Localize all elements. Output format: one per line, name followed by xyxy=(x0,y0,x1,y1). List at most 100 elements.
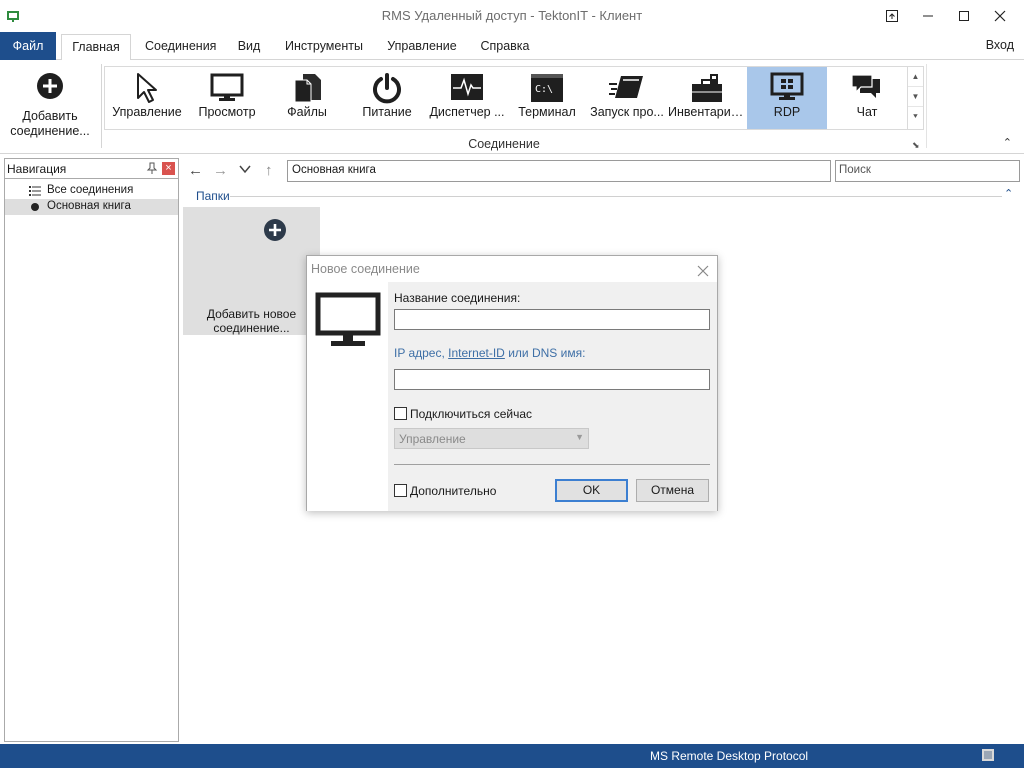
restore-layout-icon[interactable] xyxy=(874,0,910,32)
advanced-checkbox[interactable] xyxy=(394,484,407,497)
gallery-item-chat[interactable]: Чат xyxy=(827,67,907,129)
status-text: MS Remote Desktop Protocol xyxy=(650,749,809,763)
gallery-item-inventory[interactable]: Инвентариз... xyxy=(667,67,747,129)
nav-item-label: Основная книга xyxy=(47,200,131,212)
login-link[interactable]: Вход xyxy=(986,38,1014,52)
add-circle-icon xyxy=(37,73,63,99)
close-pane-icon[interactable]: × xyxy=(162,162,175,175)
folders-section-label: Папки xyxy=(196,189,230,203)
resize-grip-icon[interactable] xyxy=(982,749,994,761)
nav-item-label: Все соединения xyxy=(47,184,134,196)
tab-help[interactable]: Справка xyxy=(478,34,532,60)
add-connection-button[interactable]: Добавить соединение... xyxy=(6,68,94,148)
address-bar[interactable]: Основная книга xyxy=(287,160,831,182)
dialog-title: Новое соединение xyxy=(311,262,420,276)
monitor-icon xyxy=(209,71,245,105)
tab-home[interactable]: Главная xyxy=(61,34,131,61)
gallery-item-label: RDP xyxy=(773,105,801,119)
ribbon-group-label: Соединение xyxy=(468,137,540,151)
gallery-item-control[interactable]: Управление xyxy=(107,67,187,129)
gallery-item-run-program[interactable]: Запуск про... xyxy=(587,67,667,129)
run-program-icon xyxy=(609,71,645,105)
folders-divider xyxy=(230,196,1002,197)
power-icon xyxy=(369,71,405,105)
terminal-icon: C:\ xyxy=(529,71,565,105)
connection-gallery: Управление Просмотр Файлы Питание Диспет… xyxy=(104,66,924,130)
gallery-item-view[interactable]: Просмотр xyxy=(187,67,267,129)
add-connection-tile[interactable]: Добавить новое соединение... xyxy=(183,207,320,335)
gallery-item-task-manager[interactable]: Диспетчер ... xyxy=(427,67,507,129)
new-connection-dialog: Новое соединение Название соединения: IP… xyxy=(306,255,718,511)
add-connection-label: Добавить соединение... xyxy=(10,109,90,138)
gallery-item-rdp[interactable]: RDP xyxy=(747,67,827,129)
monitor-icon xyxy=(315,292,381,346)
navigation-title: Навигация xyxy=(7,162,67,176)
up-arrow-icon[interactable]: ↑ xyxy=(265,162,273,179)
connection-name-label: Название соединения: xyxy=(394,291,521,305)
history-dropdown-icon[interactable] xyxy=(238,162,252,180)
ribbon: Добавить соединение... Управление Просмо… xyxy=(0,60,1024,154)
maximize-button[interactable] xyxy=(946,0,982,32)
gallery-item-label: Терминал xyxy=(518,105,576,119)
title-bar: RMS Удаленный доступ - TektonIT - Клиент xyxy=(0,0,1024,32)
connect-now-checkbox[interactable] xyxy=(394,407,407,420)
address-input[interactable] xyxy=(394,369,710,390)
connection-mode-value: Управление xyxy=(399,432,466,446)
chevron-down-icon: ▼ xyxy=(575,432,584,442)
inventory-icon xyxy=(689,71,725,105)
pin-icon[interactable] xyxy=(146,162,158,177)
gallery-item-files[interactable]: Файлы xyxy=(267,67,347,129)
navigation-pane: Навигация × Все соединения Основная книг… xyxy=(4,158,179,742)
task-manager-icon xyxy=(449,71,485,105)
gallery-item-label: Файлы xyxy=(287,105,327,119)
nav-item-main-book[interactable]: Основная книга xyxy=(5,199,178,215)
group-launcher-icon[interactable]: ⬊ xyxy=(912,140,920,151)
close-button[interactable] xyxy=(982,0,1018,32)
gallery-expand-icon[interactable]: ⯆ xyxy=(908,107,923,127)
gallery-item-label: Диспетчер ... xyxy=(429,105,505,119)
search-input[interactable]: Поиск xyxy=(835,160,1020,182)
gallery-item-power[interactable]: Питание xyxy=(347,67,427,129)
gallery-item-label: Чат xyxy=(856,105,878,119)
collapse-ribbon-icon[interactable]: ⌃ xyxy=(1003,136,1012,149)
ribbon-separator xyxy=(101,64,102,148)
tab-tools[interactable]: Инструменты xyxy=(282,34,366,60)
address-label-suffix: или DNS имя: xyxy=(508,346,586,360)
dialog-form: Название соединения: IP адрес, Internet-… xyxy=(388,282,717,511)
connection-name-input[interactable] xyxy=(394,309,710,330)
connection-mode-select[interactable]: Управление ▼ xyxy=(394,428,589,449)
forward-arrow-icon[interactable]: → xyxy=(213,162,228,179)
svg-text:C:\: C:\ xyxy=(535,84,553,95)
navigation-header: Навигация × xyxy=(5,159,178,179)
gallery-scrollbar[interactable]: ▲ ▼ ⯆ xyxy=(907,67,923,129)
list-icon xyxy=(29,186,41,196)
dialog-icon-panel xyxy=(307,282,388,511)
advanced-label: Дополнительно xyxy=(410,484,497,498)
minimize-button[interactable] xyxy=(910,0,946,32)
file-menu-tab[interactable]: Файл xyxy=(0,32,56,60)
ok-button[interactable]: OK xyxy=(555,479,628,502)
rdp-icon xyxy=(769,71,805,105)
address-label-prefix: IP адрес, xyxy=(394,346,445,360)
tab-connections[interactable]: Соединения xyxy=(143,34,216,60)
gallery-item-label: Инвентариз... xyxy=(668,105,747,119)
nav-item-all-connections[interactable]: Все соединения xyxy=(5,183,178,199)
add-connection-tile-label: Добавить новое соединение... xyxy=(206,307,297,335)
gallery-item-label: Просмотр xyxy=(198,105,256,119)
menu-tab-row: Файл Главная Соединения Вид Инструменты … xyxy=(0,32,1024,61)
cancel-button[interactable]: Отмена xyxy=(636,479,709,502)
tab-view[interactable]: Вид xyxy=(233,34,265,60)
back-arrow-icon[interactable]: ← xyxy=(188,162,203,179)
internet-id-link[interactable]: Internet-ID xyxy=(448,346,505,360)
dialog-close-icon[interactable] xyxy=(697,259,709,282)
collapse-section-icon[interactable]: ⌃ xyxy=(1004,187,1013,200)
status-bar: MS Remote Desktop Protocol xyxy=(0,744,1024,768)
gallery-scroll-down-icon[interactable]: ▼ xyxy=(908,87,923,107)
bullet-icon xyxy=(31,203,39,211)
add-circle-icon xyxy=(264,219,286,241)
gallery-scroll-up-icon[interactable]: ▲ xyxy=(908,67,923,87)
gallery-item-label: Запуск про... xyxy=(590,105,664,119)
connect-now-label: Подключиться сейчас xyxy=(410,407,532,421)
gallery-item-terminal[interactable]: C:\ Терминал xyxy=(507,67,587,129)
tab-management[interactable]: Управление xyxy=(385,34,459,60)
